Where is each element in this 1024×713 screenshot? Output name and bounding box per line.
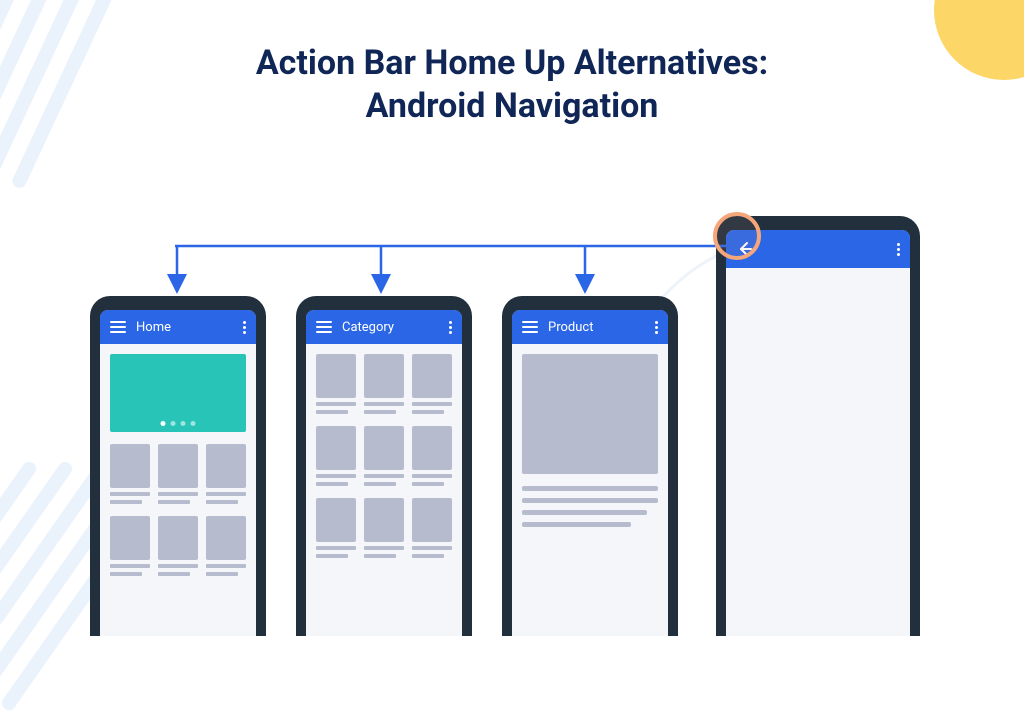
list-item[interactable]	[364, 426, 404, 486]
back-button-highlight-ring	[713, 212, 761, 260]
phone-mockups-row: Home	[0, 276, 1024, 636]
list-item[interactable]	[412, 354, 452, 414]
overflow-menu-icon[interactable]	[243, 321, 246, 334]
phone-product: Product	[502, 296, 678, 636]
phone-detail-screen	[726, 230, 910, 636]
hero-carousel[interactable]	[110, 354, 246, 432]
category-content	[306, 344, 462, 636]
hamburger-icon[interactable]	[316, 321, 332, 333]
list-item[interactable]	[316, 354, 356, 414]
overflow-menu-icon[interactable]	[655, 321, 658, 334]
home-grid-row-1	[110, 444, 246, 504]
appbar-category: Category	[306, 310, 462, 344]
page-title: Action Bar Home Up Alternatives: Android…	[0, 42, 1024, 127]
list-item[interactable]	[412, 426, 452, 486]
list-item[interactable]	[364, 354, 404, 414]
category-grid-row-2	[316, 426, 452, 486]
carousel-dots	[161, 421, 196, 426]
list-item[interactable]	[412, 498, 452, 558]
phone-category: Category	[296, 296, 472, 636]
appbar-product: Product	[512, 310, 668, 344]
navigation-flow-arrows	[175, 242, 735, 302]
overflow-menu-icon[interactable]	[897, 243, 900, 256]
appbar-title: Home	[136, 320, 243, 335]
text-placeholder	[522, 510, 647, 515]
list-item[interactable]	[110, 444, 150, 504]
home-grid-row-2	[110, 516, 246, 576]
category-grid-row-1	[316, 354, 452, 414]
list-item[interactable]	[158, 516, 198, 576]
text-placeholder	[522, 498, 658, 503]
appbar-home: Home	[100, 310, 256, 344]
hamburger-icon[interactable]	[110, 321, 126, 333]
phone-product-screen: Product	[512, 310, 668, 636]
list-item[interactable]	[316, 426, 356, 486]
phone-home: Home	[90, 296, 266, 636]
title-line-1: Action Bar Home Up Alternatives:	[256, 43, 768, 83]
list-item[interactable]	[158, 444, 198, 504]
product-image-placeholder	[522, 354, 658, 474]
appbar-title: Category	[342, 320, 449, 335]
appbar-title: Product	[548, 320, 655, 335]
list-item[interactable]	[316, 498, 356, 558]
detail-content	[726, 268, 910, 636]
text-placeholder	[522, 522, 631, 527]
text-placeholder	[522, 486, 658, 491]
hamburger-icon[interactable]	[522, 321, 538, 333]
category-grid-row-3	[316, 498, 452, 558]
phone-detail	[716, 216, 920, 636]
product-content	[512, 344, 668, 636]
overflow-menu-icon[interactable]	[449, 321, 452, 334]
list-item[interactable]	[206, 444, 246, 504]
phone-home-screen: Home	[100, 310, 256, 636]
list-item[interactable]	[206, 516, 246, 576]
phone-category-screen: Category	[306, 310, 462, 636]
list-item[interactable]	[110, 516, 150, 576]
home-content	[100, 344, 256, 636]
title-line-2: Android Navigation	[366, 86, 659, 126]
list-item[interactable]	[364, 498, 404, 558]
